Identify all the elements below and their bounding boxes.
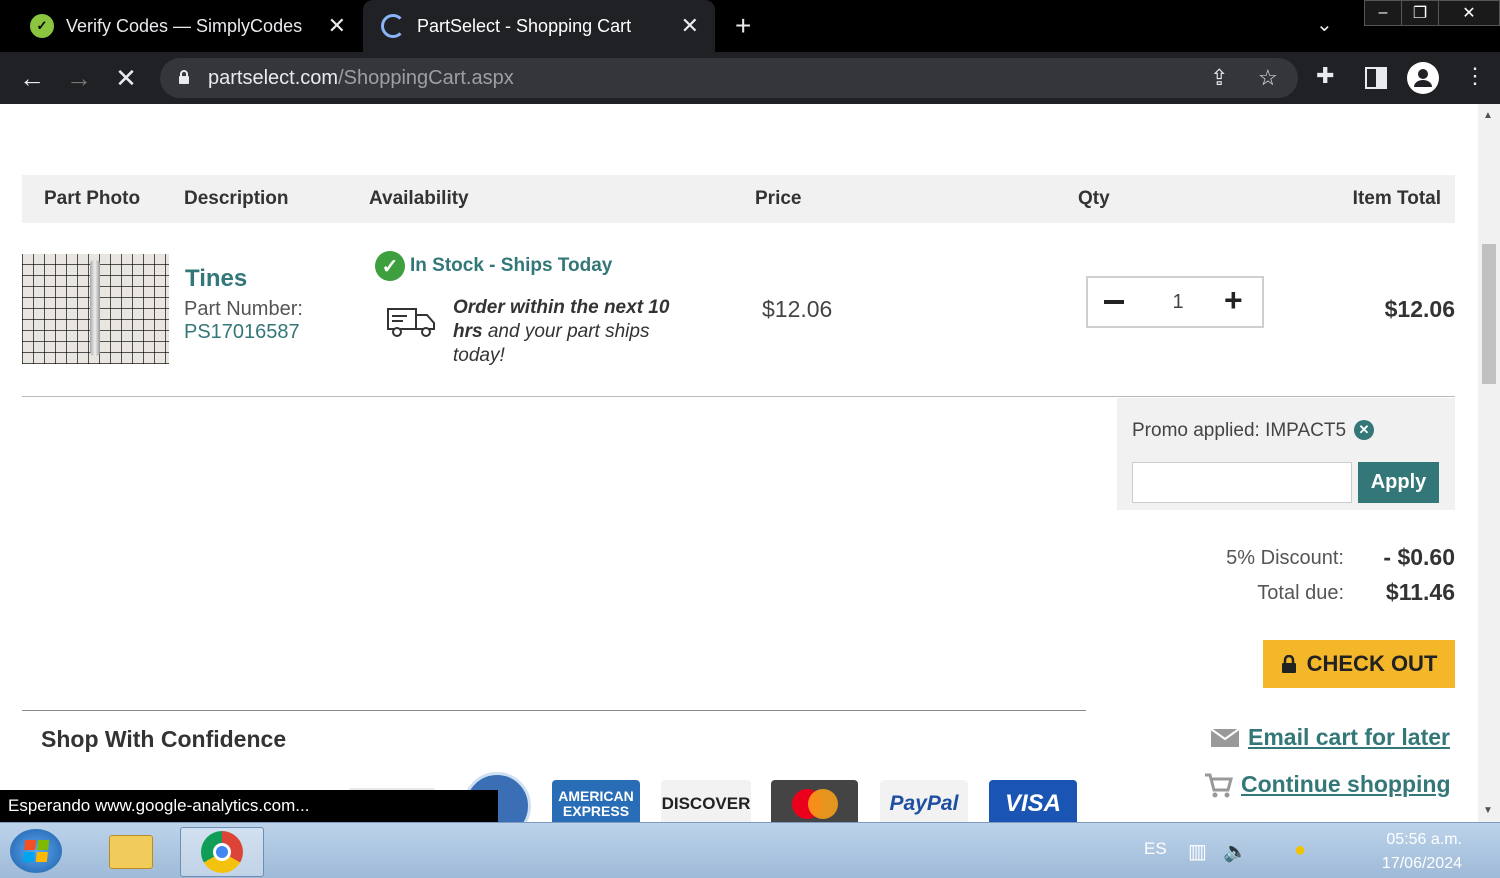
- item-price: $12.06: [762, 296, 833, 322]
- discount-label: 5% Discount:: [1226, 547, 1344, 569]
- total-due-label: Total due:: [1257, 582, 1344, 604]
- windows-logo-icon: [22, 840, 50, 862]
- visa-card-icon: VISA: [989, 780, 1077, 822]
- qty-decrease-button[interactable]: [1104, 300, 1124, 304]
- shipping-message: Order within the next 10 hrs and your pa…: [453, 297, 670, 366]
- scroll-down-arrow-icon[interactable]: ▼: [1483, 805, 1493, 816]
- profile-avatar-icon[interactable]: [1407, 62, 1439, 94]
- section-divider: [22, 710, 1086, 711]
- network-icon[interactable]: ▥: [1188, 839, 1207, 864]
- browser-toolbar: ← → ✕ partselect.com/ShoppingCart.aspx ⇪…: [0, 52, 1500, 104]
- lock-icon: [1281, 655, 1296, 673]
- in-stock-check-icon: ✓: [375, 251, 405, 281]
- envelope-icon: [1210, 727, 1240, 747]
- browser-menu-icon[interactable]: ⋮: [1464, 63, 1486, 89]
- remove-promo-icon[interactable]: ✕: [1354, 420, 1374, 440]
- simplycodes-icon: ✓: [30, 14, 54, 38]
- folder-icon: [109, 835, 153, 869]
- shopping-cart-icon: [1205, 773, 1233, 797]
- tab-search-chevron-icon[interactable]: ⌄: [1316, 12, 1333, 37]
- discover-card-icon: DISCOVER: [661, 780, 751, 822]
- loading-spinner-icon: [381, 14, 405, 38]
- delivery-truck-icon: [387, 308, 435, 337]
- checkout-label: CHECK OUT: [1306, 651, 1438, 676]
- promo-code-input[interactable]: [1132, 462, 1352, 503]
- chrome-icon: [201, 831, 243, 873]
- tab-simplycodes[interactable]: ✓ Verify Codes — SimplyCodes ✕: [0, 0, 362, 52]
- qty-increase-button[interactable]: +: [1224, 282, 1243, 319]
- window-controls: – ❐ ✕: [1364, 0, 1500, 28]
- close-tab-icon[interactable]: ✕: [681, 13, 699, 39]
- clock-time[interactable]: 05:56 a.m.: [1372, 831, 1462, 849]
- taskbar-file-explorer[interactable]: [89, 827, 173, 877]
- taskbar-chrome[interactable]: [180, 827, 264, 877]
- close-window-icon[interactable]: ✕: [1438, 0, 1500, 26]
- lock-icon: [179, 70, 189, 84]
- scroll-thumb[interactable]: [1482, 244, 1496, 384]
- clock-date[interactable]: 17/06/2024: [1372, 855, 1462, 873]
- col-part-photo: Part Photo: [44, 188, 141, 209]
- share-icon[interactable]: ⇪: [1210, 65, 1228, 91]
- availability-status: In Stock - Ships Today: [410, 255, 613, 276]
- loading-status-bar: Esperando www.google-analytics.com...: [0, 790, 498, 822]
- email-cart-link[interactable]: Email cart for later: [1210, 724, 1450, 751]
- col-qty: Qty: [1078, 188, 1110, 209]
- forward-arrow-icon[interactable]: →: [63, 62, 95, 94]
- discount-value: - $0.60: [1383, 544, 1455, 570]
- row-divider: [22, 396, 1455, 397]
- col-availability: Availability: [369, 188, 469, 209]
- part-number-label: Part Number:: [184, 298, 303, 320]
- col-price: Price: [755, 188, 802, 209]
- tab-title: Verify Codes — SimplyCodes: [66, 15, 303, 36]
- promo-applied-text: Promo applied: IMPACT5: [1132, 420, 1347, 441]
- address-bar[interactable]: partselect.com/ShoppingCart.aspx ⇪ ☆: [160, 58, 1298, 98]
- checkout-button[interactable]: CHECK OUT: [1263, 640, 1455, 688]
- windows-taskbar: ES ▥ 🔈 ● 05:56 a.m. 17/06/2024: [0, 822, 1500, 878]
- volume-icon[interactable]: 🔈: [1223, 839, 1248, 864]
- restore-icon[interactable]: ❐: [1401, 0, 1439, 26]
- bookmark-star-icon[interactable]: ☆: [1258, 65, 1278, 91]
- shop-with-confidence-title: Shop With Confidence: [41, 726, 287, 752]
- language-indicator[interactable]: ES: [1144, 839, 1167, 859]
- qty-input[interactable]: 1: [1158, 291, 1198, 314]
- paypal-icon: PayPal: [880, 780, 968, 822]
- cart-table-header: Part Photo Description Availability Pric…: [22, 175, 1455, 223]
- col-item-total: Item Total: [1352, 188, 1441, 209]
- back-arrow-icon[interactable]: ←: [16, 62, 48, 94]
- minimize-icon[interactable]: –: [1364, 0, 1402, 26]
- page-scrollbar[interactable]: ▲ ▼: [1478, 104, 1500, 822]
- cart-page: Part Photo Description Availability Pric…: [0, 104, 1478, 822]
- notification-app-icon[interactable]: ●: [1294, 839, 1306, 862]
- extensions-puzzle-icon[interactable]: ✚: [1316, 63, 1334, 89]
- side-panel-icon[interactable]: [1365, 67, 1387, 89]
- continue-shopping-link[interactable]: Continue shopping: [1203, 771, 1451, 798]
- start-button[interactable]: [10, 829, 62, 873]
- close-tab-icon[interactable]: ✕: [328, 13, 346, 39]
- part-number-link[interactable]: PS17016587: [184, 321, 300, 344]
- mastercard-icon: [771, 780, 858, 822]
- url-text: partselect.com/ShoppingCart.aspx: [208, 67, 514, 89]
- part-name-link[interactable]: Tines: [185, 265, 247, 293]
- browser-tab-bar: ✓ Verify Codes — SimplyCodes ✕ PartSelec…: [0, 0, 1500, 52]
- scroll-up-arrow-icon[interactable]: ▲: [1483, 110, 1493, 121]
- apply-promo-button[interactable]: Apply: [1358, 462, 1439, 503]
- stop-loading-icon[interactable]: ✕: [110, 62, 142, 94]
- part-photo[interactable]: [22, 254, 169, 364]
- new-tab-button[interactable]: +: [735, 10, 751, 42]
- col-description: Description: [184, 188, 289, 209]
- tab-partselect-cart[interactable]: PartSelect - Shopping Cart ✕: [363, 0, 715, 52]
- amex-card-icon: AMERICAN EXPRESS: [552, 780, 640, 822]
- quantity-stepper: 1 +: [1086, 276, 1264, 328]
- total-due-value: $11.46: [1385, 579, 1455, 605]
- promo-panel: Promo applied: IMPACT5 ✕ Apply: [1117, 398, 1455, 510]
- tab-title: PartSelect - Shopping Cart: [417, 15, 632, 36]
- item-total: $12.06: [1384, 296, 1455, 322]
